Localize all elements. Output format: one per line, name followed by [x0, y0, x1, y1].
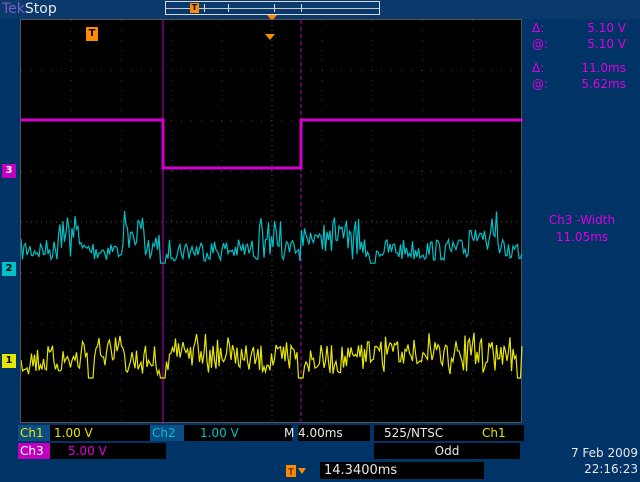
ch3-ground-marker[interactable]: 3: [2, 164, 16, 178]
timestamp: 7 Feb 2009 22:16:23: [540, 445, 638, 477]
record-tick: [301, 4, 302, 12]
trigger-marker-icon: T: [190, 3, 199, 13]
delta-symbol: Δ:: [532, 21, 545, 35]
time-label: 22:16:23: [584, 462, 638, 476]
trigger-level-arrow-icon: [265, 34, 275, 40]
acquisition-status: Stop: [24, 1, 57, 17]
measurement-value: 11.05ms: [555, 230, 609, 244]
delta-voltage-row: Δ: 5.10 V: [530, 20, 640, 36]
trigger-position-icon: T: [286, 464, 308, 478]
ch1-ground-marker[interactable]: 1: [2, 354, 16, 368]
timebase-value[interactable]: 4.00ms: [298, 425, 370, 441]
ch3-scale[interactable]: 5.00 V: [50, 443, 166, 459]
graticule-svg: [21, 20, 523, 424]
ch2-label[interactable]: Ch2: [150, 425, 184, 441]
brand-status: TekStop: [2, 0, 57, 18]
trigger-source[interactable]: Ch1: [478, 425, 524, 441]
ch2-scale[interactable]: 1.00 V: [184, 425, 292, 441]
svg-text:T: T: [287, 468, 294, 478]
at-symbol: @:: [532, 37, 549, 51]
record-tick: [274, 4, 275, 12]
measurement-label: Ch3 -Width: [548, 213, 616, 227]
cursor-time-value: 5.62ms: [581, 77, 626, 91]
ch1-trace: [21, 332, 523, 379]
trigger-standard[interactable]: 525/NTSC: [374, 425, 484, 441]
delta-time-row: Δ: 11.0ms: [530, 60, 640, 76]
delta-time-value: 11.0ms: [581, 61, 626, 75]
trigger-point-icon: T: [86, 27, 98, 41]
trigger-field-mode[interactable]: Odd: [374, 443, 520, 459]
brand-label: Tek: [2, 1, 25, 17]
delta-voltage-value: 5.10 V: [587, 21, 626, 35]
cursor-voltage-value: 5.10 V: [587, 37, 626, 51]
cursor-time-row: @: 5.62ms: [530, 76, 640, 92]
measurement-readout: Ch3 -Width 11.05ms: [527, 212, 637, 246]
delta-symbol: Δ:: [532, 61, 545, 75]
record-tick: [228, 4, 229, 12]
trigger-position-value[interactable]: 14.3400ms: [320, 462, 484, 479]
timebase-label: M: [284, 426, 295, 440]
waveform-graticule[interactable]: [20, 19, 523, 424]
record-tick: [204, 4, 205, 12]
ch3-label[interactable]: Ch3: [18, 443, 50, 459]
ch1-scale[interactable]: 1.00 V: [50, 425, 152, 441]
ch2-ground-marker[interactable]: 2: [2, 262, 16, 276]
date-label: 7 Feb 2009: [570, 446, 638, 460]
ch1-label[interactable]: Ch1: [18, 425, 52, 441]
cursor-voltage-row: @: 5.10 V: [530, 36, 640, 52]
status-bar: TekStop T: [0, 0, 640, 21]
at-symbol: @:: [532, 77, 549, 91]
